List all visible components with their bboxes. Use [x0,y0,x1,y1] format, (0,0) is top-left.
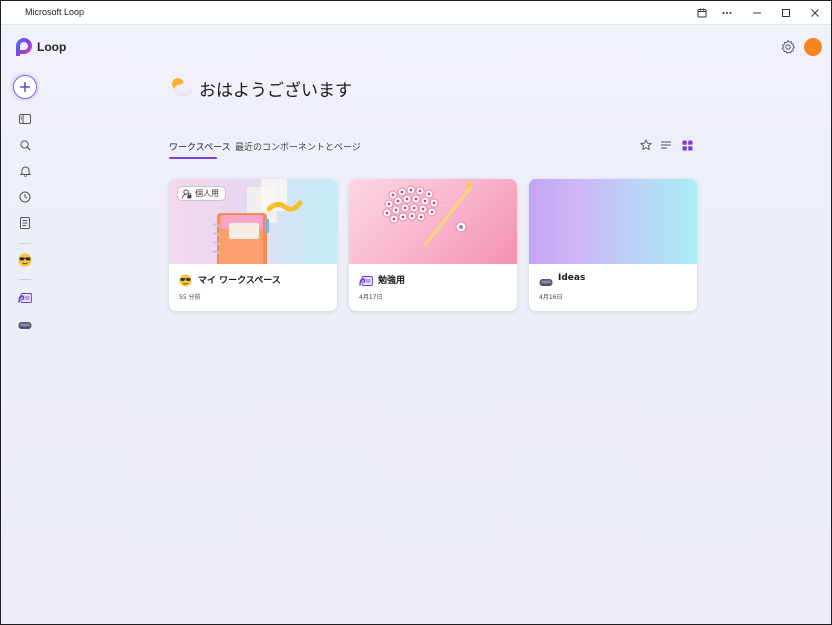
pin-icon[interactable] [694,5,710,21]
sun-behind-cloud-icon [169,76,193,98]
active-tab-indicator [169,157,217,159]
title-bar: Microsoft Loop [1,1,831,25]
app-window: Microsoft Loop Loop おはようございます ワークスペース 最近… [0,0,832,625]
study-workspace-icon [359,272,373,286]
tab-workspaces[interactable]: ワークスペース [169,140,231,153]
notifications-bell-icon[interactable] [17,163,33,179]
minimize-icon[interactable] [749,5,765,21]
workspace-date: 4月16日 [539,294,563,301]
search-icon[interactable] [17,137,33,153]
workspace-title: 勉強用 [378,276,406,286]
vr-headset-icon[interactable] [17,317,33,333]
workspace-card-ideas[interactable]: Ideas 4月16日 [529,179,697,311]
card-banner-tape-rolls [349,179,517,264]
workspace-date: 4月17日 [359,294,383,301]
card-banner-gradient [529,179,697,264]
workspace-card-study[interactable]: 勉強用 4月17日 [349,179,517,311]
recent-clock-icon[interactable] [17,189,33,205]
settings-gear-icon[interactable] [780,39,796,55]
sidebar-divider [19,279,31,280]
workspace-title: Ideas [558,273,586,283]
grid-view-icon[interactable] [680,138,694,152]
personal-badge-label: 個人用 [195,189,219,198]
person-lock-icon [182,188,192,199]
study-workspace-icon[interactable] [17,290,33,306]
workspace-date: 55 分前 [179,294,201,301]
workspace-title: マイ ワークスペース [198,276,281,286]
sunglasses-emoji-icon[interactable] [17,252,33,268]
vr-headset-icon [539,272,553,286]
list-view-icon[interactable] [659,138,673,152]
personal-badge: 個人用 [177,186,226,201]
add-button[interactable] [13,75,37,99]
sunglasses-emoji-icon [179,272,193,287]
notes-page-icon[interactable] [17,215,33,231]
tab-recent-components[interactable]: 最近のコンポーネントとページ [235,140,361,153]
workspace-card-my-workspace[interactable]: 個人用 マイ ワークスペース 55 分前 [169,179,337,311]
greeting-heading: おはようございます [199,81,352,101]
favorites-star-icon[interactable] [639,138,653,152]
more-options-icon[interactable] [719,5,735,21]
sidebar-divider [19,243,31,244]
close-icon[interactable] [807,5,823,21]
plus-icon [20,82,30,92]
window-title: Microsoft Loop [25,7,85,17]
card-banner-notebook: 個人用 [169,179,337,264]
loop-logo-icon [15,38,33,57]
maximize-icon[interactable] [778,5,794,21]
app-name: Loop [37,40,67,54]
user-avatar[interactable] [804,38,822,56]
sidebar-toggle-icon[interactable] [17,111,33,127]
